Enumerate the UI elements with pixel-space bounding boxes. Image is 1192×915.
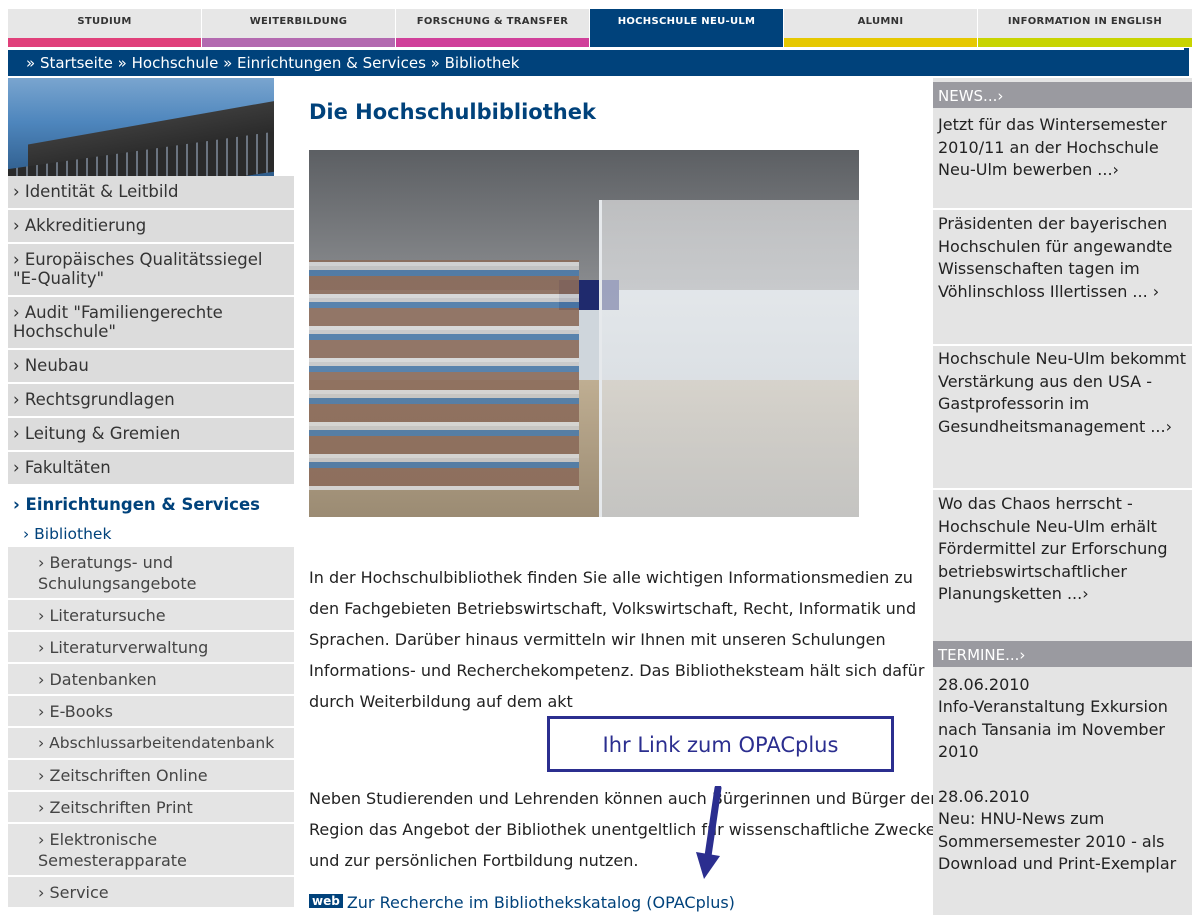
web-icon: web [309, 894, 343, 908]
sidebar-subitem-abschlussarbeiten[interactable]: › Abschlussarbeitendatenbank [8, 728, 294, 760]
sidebar-subitem-beratung[interactable]: › Beratungs- und Schulungsangebote [8, 547, 294, 600]
arrow-down-icon [696, 786, 722, 879]
sidebar-item-e-quality[interactable]: › Europäisches Qualitätssiegel "E-Qualit… [8, 244, 294, 297]
sidebar-item-identitaet[interactable]: › Identität & Leitbild [8, 176, 294, 210]
news-item[interactable]: Wo das Chaos herrscht - Hochschule Neu-U… [938, 493, 1190, 606]
news-item[interactable]: Jetzt für das Wintersemester 2010/11 an … [938, 114, 1190, 182]
catalog-link[interactable]: Zur Recherche im Bibliothekskatalog (OPA… [347, 893, 735, 912]
event-date: 28.06.2010 [938, 787, 1030, 806]
intro-paragraph: In der Hochschulbibliothek finden Sie al… [309, 568, 925, 711]
sidebar-item-fakultaeten[interactable]: › Fakultäten [8, 452, 294, 486]
sidebar-subitem-literatursuche[interactable]: › Literatursuche [8, 600, 294, 632]
sidebar-subitem-zeitschriften-online[interactable]: › Zeitschriften Online [8, 760, 294, 792]
sidebar-nav: › Identität & Leitbild › Akkreditierung … [8, 176, 294, 909]
breadcrumb[interactable]: » Startseite » Hochschule » Einrichtunge… [8, 50, 1188, 76]
page-title: Die Hochschulbibliothek [309, 100, 596, 124]
sidebar-subitem-datenbanken[interactable]: › Datenbanken [8, 664, 294, 696]
sidebar-subitem-semesterapparate[interactable]: › Elektronische Semesterapparate [8, 824, 294, 877]
tab-hochschule-neu-ulm[interactable]: HOCHSCHULE NEU-ULM [590, 9, 784, 47]
library-photo [309, 150, 859, 517]
building-photo [8, 78, 274, 176]
news-item[interactable]: Hochschule Neu-Ulm bekommt Verstärkung a… [938, 348, 1190, 438]
news-item[interactable]: Präsidenten der bayerischen Hochschulen … [938, 213, 1190, 303]
sidebar-item-neubau[interactable]: › Neubau [8, 350, 294, 384]
catalog-link-row[interactable]: web Zur Recherche im Bibliothekskatalog (… [309, 893, 735, 912]
sidebar-item-einrichtungen[interactable]: › Einrichtungen & Services [8, 486, 294, 521]
termine-header[interactable]: TERMINE...› [933, 641, 1192, 667]
top-navigation: STUDIUM WEITERBILDUNG FORSCHUNG & TRANSF… [8, 9, 1192, 47]
sidebar-subitem-literaturverwaltung[interactable]: › Literaturverwaltung [8, 632, 294, 664]
sidebar-subitem-service[interactable]: › Service [8, 877, 294, 909]
sidebar-item-audit[interactable]: › Audit "Familiengerechte Hochschule" [8, 297, 294, 350]
sidebar-subitem-ebooks[interactable]: › E-Books [8, 696, 294, 728]
opac-callout: Ihr Link zum OPACplus [547, 716, 894, 772]
sidebar-item-akkreditierung[interactable]: › Akkreditierung [8, 210, 294, 244]
tab-studium[interactable]: STUDIUM [8, 9, 202, 47]
sidebar-item-rechtsgrundlagen[interactable]: › Rechtsgrundlagen [8, 384, 294, 418]
tab-forschung-transfer[interactable]: FORSCHUNG & TRANSFER [396, 9, 590, 47]
event-date: 28.06.2010 [938, 675, 1030, 694]
tab-alumni[interactable]: ALUMNI [784, 9, 978, 47]
tab-weiterbildung[interactable]: WEITERBILDUNG [202, 9, 396, 47]
sidebar-subitem-zeitschriften-print[interactable]: › Zeitschriften Print [8, 792, 294, 824]
public-access-paragraph: Neben Studierenden und Lehrenden können … [309, 789, 937, 870]
news-header[interactable]: NEWS...› [933, 82, 1192, 108]
sidebar-item-bibliothek[interactable]: › Bibliothek [8, 521, 294, 547]
event-item[interactable]: Neu: HNU-News zum Sommersemester 2010 - … [938, 808, 1190, 876]
sidebar-item-leitung[interactable]: › Leitung & Gremien [8, 418, 294, 452]
breadcrumb-edge [1184, 48, 1189, 76]
event-item[interactable]: Info-Veranstaltung Exkursion nach Tansan… [938, 696, 1190, 764]
tab-information-in-english[interactable]: INFORMATION IN ENGLISH [978, 9, 1192, 47]
